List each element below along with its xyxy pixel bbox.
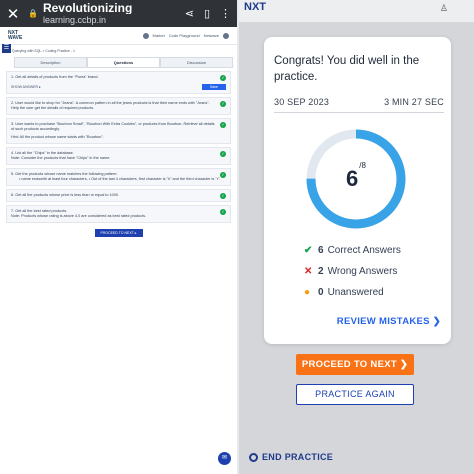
- check-icon: ✓: [220, 209, 226, 215]
- page-title: Revolutionizing: [42, 2, 133, 14]
- breadcrumb: Querying with SQL > Coding Practice - 1: [12, 49, 75, 53]
- question-note: Note: Consider the products that have "C…: [11, 156, 111, 160]
- attempt-duration: 3 MIN 27 SEC: [384, 97, 444, 107]
- tab-questions[interactable]: Questions: [87, 57, 160, 68]
- correct-answers-row: ✔ 6 Correct Answers: [304, 240, 401, 261]
- results-header: NXT ♙: [239, 0, 474, 22]
- question-card[interactable]: 6. Get all the products whose price is l…: [6, 189, 231, 202]
- question-card[interactable]: 3. User wants to purchase "Bourbon Small…: [6, 118, 231, 144]
- avatar[interactable]: [223, 32, 229, 39]
- dot-icon: ●: [304, 287, 311, 298]
- wrong-answers-row: ✕ 2 Wrong Answers: [304, 261, 401, 282]
- end-practice-icon: [249, 452, 258, 462]
- nxt-logo[interactable]: NXT: [244, 1, 266, 13]
- chat-icon[interactable]: ✉: [218, 452, 231, 465]
- nav-item-playground[interactable]: Code Playground: [169, 33, 200, 38]
- question-hint: Hint: All the product whose name starts …: [11, 135, 104, 139]
- unanswered-label: Unanswered: [327, 287, 384, 298]
- question-text: 3. User wants to purchase "Bourbon Small…: [11, 122, 215, 131]
- question-card[interactable]: 5. Get the products whose name matches t…: [6, 168, 231, 186]
- sidebar-toggle-icon[interactable]: ☰: [2, 44, 11, 53]
- address-block[interactable]: Revolutionizing learning.ccbp.in: [43, 2, 175, 25]
- nxtwave-logo[interactable]: NXT WAVE: [8, 30, 23, 41]
- question-card[interactable]: 1. Get all details of products from the …: [6, 71, 231, 94]
- close-icon[interactable]: ✕: [6, 5, 20, 23]
- question-card[interactable]: 7. Get all the best rated products. Note…: [6, 205, 231, 223]
- attempt-date: 30 SEP 2023: [274, 97, 330, 107]
- logo-line-2: WAVE: [8, 34, 23, 41]
- score-display: 6 /8: [304, 127, 408, 231]
- bookmark-icon[interactable]: ▯: [204, 7, 210, 20]
- check-icon: ✓: [220, 101, 226, 107]
- question-note: • name endswith at least four characters…: [19, 177, 221, 181]
- check-icon: ✓: [220, 193, 226, 199]
- answer-stats: ✔ 6 Correct Answers ✕ 2 Wrong Answers ● …: [304, 240, 401, 303]
- tab-bar: Description Questions Discussion: [14, 57, 233, 68]
- share-icon[interactable]: ⋖: [185, 7, 194, 20]
- review-mistakes-link[interactable]: REVIEW MISTAKES ❯: [337, 316, 441, 327]
- tab-discussion[interactable]: Discussion: [160, 57, 233, 68]
- show-answer-link[interactable]: SHOW ANSWER ▸: [11, 85, 41, 89]
- nav-links: Market Code Playground Nxtwave: [142, 32, 229, 39]
- unanswered-row: ● 0 Unanswered: [304, 282, 401, 303]
- split-screen: ✕ 🔒 Revolutionizing learning.ccbp.in ⋖ ▯…: [0, 0, 474, 474]
- question-note: Note: Products whose rating is above 4.0…: [11, 214, 147, 218]
- nav-item-nxtwave[interactable]: Nxtwave: [204, 33, 219, 38]
- wrong-count: 2: [318, 266, 324, 277]
- proceed-to-next-button[interactable]: PROCEED TO NEXT ❯: [296, 354, 414, 375]
- correct-count: 6: [318, 245, 324, 256]
- end-practice-button[interactable]: END PRACTICE: [249, 452, 333, 462]
- question-card[interactable]: 2. User would like to shop for "Jeans". …: [6, 97, 231, 115]
- nav-item-market[interactable]: Market: [153, 33, 165, 38]
- tab-description[interactable]: Description: [14, 57, 87, 68]
- lock-icon: 🔒: [28, 9, 38, 18]
- right-results-panel: NXT ♙ Congrats! You did well in the prac…: [239, 0, 474, 474]
- question-card[interactable]: 4. List all the "Chips" in the database.…: [6, 147, 231, 165]
- score-total: /8: [359, 161, 366, 170]
- correct-label: Correct Answers: [327, 245, 401, 256]
- cross-icon: ✕: [304, 266, 313, 277]
- attempt-meta: 30 SEP 2023 3 MIN 27 SEC: [274, 97, 444, 113]
- score-value: 6: [346, 166, 359, 191]
- nav-icon[interactable]: [142, 32, 149, 39]
- check-icon: ✓: [220, 122, 226, 128]
- end-practice-label: END PRACTICE: [262, 452, 334, 462]
- save-button[interactable]: Save: [202, 84, 226, 90]
- question-text: 2. User would like to shop for "Jeans". …: [11, 101, 210, 110]
- question-text: 1. Get all details of products from the …: [11, 75, 99, 79]
- site-navbar: NXT WAVE Market Code Playground Nxtwave: [0, 27, 237, 45]
- check-icon: ✓: [220, 75, 226, 81]
- proceed-to-next-button[interactable]: PROCEED TO NEXT ▸: [94, 229, 143, 237]
- check-icon: ✓: [220, 172, 226, 178]
- browser-toolbar: ✕ 🔒 Revolutionizing learning.ccbp.in ⋖ ▯…: [0, 0, 237, 27]
- check-icon: ✓: [220, 151, 226, 157]
- unanswered-count: 0: [318, 287, 324, 298]
- practice-again-button[interactable]: PRACTICE AGAIN: [296, 384, 414, 405]
- check-icon: ✔: [304, 245, 313, 256]
- left-browser-panel: ✕ 🔒 Revolutionizing learning.ccbp.in ⋖ ▯…: [0, 0, 237, 474]
- more-icon[interactable]: ⋮: [220, 7, 231, 20]
- page-url: learning.ccbp.in: [42, 15, 107, 25]
- results-card: Congrats! You did well in the practice. …: [264, 37, 451, 344]
- wrong-label: Wrong Answers: [327, 266, 398, 277]
- question-text: 6. Get all the products whose price is l…: [11, 193, 120, 197]
- congrats-message: Congrats! You did well in the practice.: [274, 55, 420, 83]
- profile-icon[interactable]: ♙: [440, 3, 448, 14]
